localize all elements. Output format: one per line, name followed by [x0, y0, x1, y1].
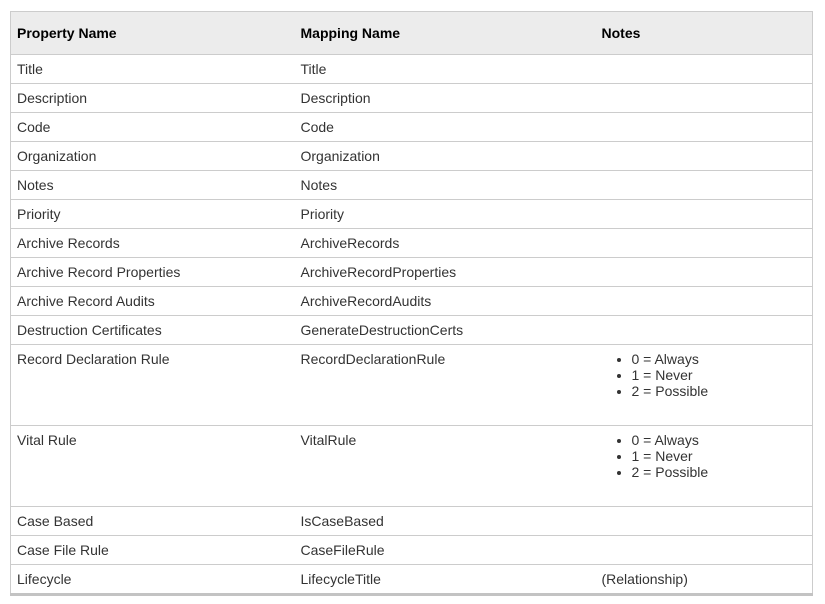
notes-cell — [596, 258, 813, 287]
table-row: Record Declaration Rule RecordDeclaratio… — [11, 345, 813, 426]
mapping-cell: CaseFileRule — [295, 536, 596, 565]
notes-cell — [596, 229, 813, 258]
table-row: Destruction Certificates GenerateDestruc… — [11, 316, 813, 345]
note-item: 1 = Never — [632, 448, 807, 464]
property-cell: Destruction Certificates — [11, 316, 295, 345]
property-cell: Priority — [11, 200, 295, 229]
property-cell: Case File Rule — [11, 536, 295, 565]
table-row: Lifecycle LifecycleTitle (Relationship) — [11, 565, 813, 595]
note-item: 1 = Never — [632, 367, 807, 383]
note-item: 2 = Possible — [632, 383, 807, 399]
property-cell: Title — [11, 55, 295, 84]
notes-cell — [596, 507, 813, 536]
table-row: Archive Record Audits ArchiveRecordAudit… — [11, 287, 813, 316]
table-row: Archive Records ArchiveRecords — [11, 229, 813, 258]
property-cell: Code — [11, 113, 295, 142]
header-row: Property Name Mapping Name Notes — [11, 12, 813, 55]
property-cell: Vital Rule — [11, 426, 295, 507]
property-cell: Archive Records — [11, 229, 295, 258]
mapping-cell: RecordDeclarationRule — [295, 345, 596, 426]
table-row: Priority Priority — [11, 200, 813, 229]
note-item: 2 = Possible — [632, 464, 807, 480]
column-header-property-name: Property Name — [11, 12, 295, 55]
notes-cell — [596, 142, 813, 171]
mapping-cell: Notes — [295, 171, 596, 200]
mapping-cell: Organization — [295, 142, 596, 171]
property-cell: Record Declaration Rule — [11, 345, 295, 426]
mapping-cell: ArchiveRecords — [295, 229, 596, 258]
note-item: 0 = Always — [632, 351, 807, 367]
notes-cell: 0 = Always 1 = Never 2 = Possible — [596, 426, 813, 507]
mapping-cell: IsCaseBased — [295, 507, 596, 536]
table-row: Notes Notes — [11, 171, 813, 200]
notes-cell — [596, 55, 813, 84]
property-cell: Lifecycle — [11, 565, 295, 595]
page: Property Name Mapping Name Notes Title T… — [0, 0, 825, 604]
column-header-mapping-name: Mapping Name — [295, 12, 596, 55]
table-row: Vital Rule VitalRule 0 = Always 1 = Neve… — [11, 426, 813, 507]
table-row: Archive Record Properties ArchiveRecordP… — [11, 258, 813, 287]
notes-list: 0 = Always 1 = Never 2 = Possible — [602, 432, 807, 480]
property-cell: Description — [11, 84, 295, 113]
mapping-cell: ArchiveRecordProperties — [295, 258, 596, 287]
notes-cell: (Relationship) — [596, 565, 813, 595]
notes-cell — [596, 171, 813, 200]
notes-cell — [596, 536, 813, 565]
property-cell: Archive Record Audits — [11, 287, 295, 316]
property-mapping-table: Property Name Mapping Name Notes Title T… — [10, 11, 813, 596]
mapping-cell: Title — [295, 55, 596, 84]
mapping-cell: VitalRule — [295, 426, 596, 507]
property-cell: Archive Record Properties — [11, 258, 295, 287]
notes-cell — [596, 316, 813, 345]
table-row: Case Based IsCaseBased — [11, 507, 813, 536]
property-cell: Organization — [11, 142, 295, 171]
mapping-cell: Description — [295, 84, 596, 113]
notes-cell — [596, 287, 813, 316]
mapping-cell: GenerateDestructionCerts — [295, 316, 596, 345]
notes-list: 0 = Always 1 = Never 2 = Possible — [602, 351, 807, 399]
mapping-cell: ArchiveRecordAudits — [295, 287, 596, 316]
mapping-cell: LifecycleTitle — [295, 565, 596, 595]
mapping-cell: Code — [295, 113, 596, 142]
column-header-notes: Notes — [596, 12, 813, 55]
table-row: Organization Organization — [11, 142, 813, 171]
note-item: 0 = Always — [632, 432, 807, 448]
table-row: Code Code — [11, 113, 813, 142]
property-cell: Case Based — [11, 507, 295, 536]
mapping-cell: Priority — [295, 200, 596, 229]
property-cell: Notes — [11, 171, 295, 200]
notes-cell — [596, 200, 813, 229]
notes-cell — [596, 84, 813, 113]
table-row: Title Title — [11, 55, 813, 84]
table-row: Description Description — [11, 84, 813, 113]
table-row: Case File Rule CaseFileRule — [11, 536, 813, 565]
notes-cell — [596, 113, 813, 142]
notes-cell: 0 = Always 1 = Never 2 = Possible — [596, 345, 813, 426]
